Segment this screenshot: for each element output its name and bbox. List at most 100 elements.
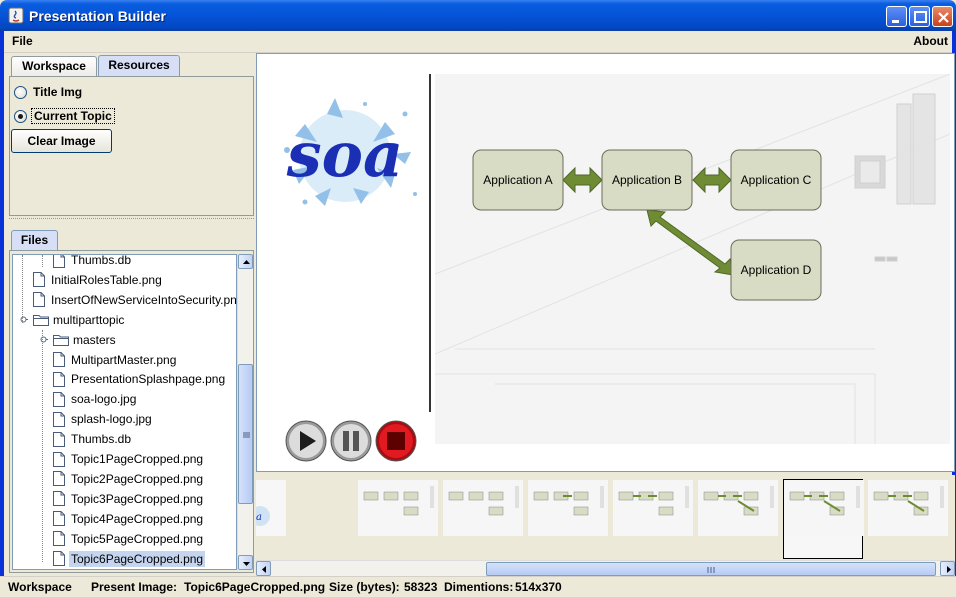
status-mode: Workspace [8,580,72,594]
slide-thumbnail[interactable] [443,480,523,536]
radio-title-img[interactable]: Title Img [14,83,84,101]
tree-file[interactable]: InsertOfNewServiceIntoSecurity.pn [33,290,236,310]
file-icon [53,391,65,407]
grip-icon [707,567,715,573]
slide-thumbnail-image [528,480,608,536]
window-border-left [0,31,4,597]
close-button[interactable] [932,6,953,27]
slide-thumbnail-image [443,480,523,536]
tree-item-label: MultipartMaster.png [71,352,177,367]
tree-expand-toggle-icon[interactable] [39,335,48,344]
slide-thumbnail[interactable] [868,480,948,536]
scroll-up-button[interactable] [238,254,253,269]
tree-file[interactable]: Topic2PageCropped.png [53,469,203,489]
slide-thumbnail[interactable] [528,480,608,536]
tree-folder[interactable]: masters [53,330,116,350]
file-tree[interactable]: Thumbs.db InitialRolesTable.png InsertOfNe… [12,254,237,570]
title-bar: Presentation Builder [0,0,956,31]
tree-file[interactable]: Topic4PageCropped.png [53,509,203,529]
stop-icon [375,420,417,462]
menu-about[interactable]: About [913,34,948,48]
menu-file[interactable]: File [12,34,33,48]
tree-file[interactable]: Topic6PageCropped.png [53,549,206,569]
radio-button-icon[interactable] [14,85,27,99]
soa-logo: soa [284,98,417,206]
tree-file[interactable]: Topic5PageCropped.png [53,529,203,549]
tab-resources[interactable]: Resources [98,55,180,77]
slide-thumbnail[interactable] [783,479,864,559]
slide-thumbnail-image [784,480,864,536]
tab-workspace[interactable]: Workspace [11,56,97,77]
tree-file[interactable]: PresentationSplashpage.png [53,369,225,389]
tree-expand-toggle-icon[interactable] [19,315,28,324]
play-icon [285,420,327,462]
logo-text: soa [286,118,403,191]
tree-item-label: Topic4PageCropped.png [71,511,204,526]
arrow-down-icon [243,562,250,566]
tree-file[interactable]: MultipartMaster.png [53,350,176,370]
clear-image-button[interactable]: Clear Image [11,129,112,153]
tree-item-label: masters [73,332,116,347]
play-button[interactable] [285,420,327,462]
file-tree-scrollbar[interactable] [237,254,253,570]
slide-thumbnail-image [613,480,693,536]
radio-title-img-label: Title Img [33,85,83,99]
status-size-value: 58323 [404,580,438,594]
slide-thumbnail[interactable] [358,480,438,536]
thumbnail-scrollbar[interactable] [256,560,955,576]
stop-button[interactable] [375,420,417,462]
scroll-down-button[interactable] [238,555,253,570]
tree-item-label: PresentationSplashpage.png [71,372,226,387]
slide-thumbnail-image [868,480,948,536]
arrow-right-icon [947,566,951,573]
logo-thumb: a [256,506,270,526]
file-icon [53,491,65,507]
tree-file[interactable]: soa-logo.jpg [53,389,136,409]
maximize-button[interactable] [909,6,930,27]
slide-thumbnail[interactable]: a [256,480,286,536]
files-panel: Thumbs.db InitialRolesTable.png InsertOfNe… [9,250,254,573]
scroll-right-button[interactable] [940,561,955,576]
tree-file[interactable]: splash-logo.jpg [53,409,152,429]
app-c-label: Application C [741,173,812,187]
tree-file[interactable]: Thumbs.db [53,255,131,270]
radio-button-checked-icon[interactable] [14,109,27,123]
scroll-left-button[interactable] [256,561,271,576]
tree-file[interactable]: Thumbs.db [53,429,131,449]
tree-file[interactable]: Topic3PageCropped.png [53,489,203,509]
svg-text:a: a [256,512,262,523]
tab-files[interactable]: Files [11,230,58,251]
slide-diagram: Application A Application B Application … [435,74,950,444]
pause-button[interactable] [330,420,372,462]
tree-item-label: Topic6PageCropped.png [69,550,206,567]
minimize-icon [892,20,899,23]
slide-thumbnail-image [698,480,778,536]
file-icon [53,451,65,467]
tree-file[interactable]: InitialRolesTable.png [33,270,162,290]
file-icon [33,292,45,308]
thumbnail-strip: a [256,475,955,560]
arrow-up-icon [243,260,250,264]
status-size-label: Size (bytes): [329,580,400,594]
tree-item-label: Topic2PageCropped.png [71,471,204,486]
scroll-thumb[interactable] [238,364,253,504]
folder-icon [33,314,49,326]
slide-thumbnail[interactable] [698,480,778,536]
tree-folder[interactable]: multiparttopic [33,310,124,330]
panel-splitter[interactable] [9,218,254,224]
maximize-icon [914,11,927,23]
tree-item-label: splash-logo.jpg [71,412,152,427]
tree-file[interactable]: Topic1PageCropped.png [53,449,203,469]
minimize-button[interactable] [886,6,907,27]
resources-panel: Title Img Current Topic Clear Image [9,76,254,216]
slide-thumbnail[interactable] [613,480,693,536]
tree-item-label: Topic3PageCropped.png [71,491,204,506]
slide-preview: soa Application A Application B Applicat… [256,53,955,472]
tree-item-label: InitialRolesTable.png [51,272,162,287]
scroll-thumb-horizontal[interactable] [486,562,936,576]
folder-icon [53,334,69,346]
file-icon [53,431,65,447]
tree-item-label: multiparttopic [53,312,125,327]
radio-current-topic[interactable]: Current Topic [14,107,115,125]
file-icon [53,531,65,547]
